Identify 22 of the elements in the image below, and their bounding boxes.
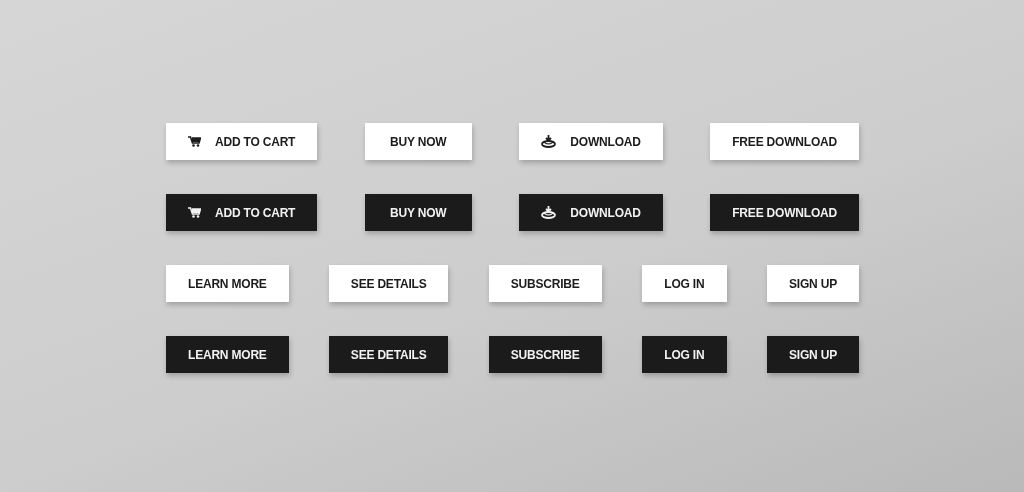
action-button[interactable]: BUY NOW bbox=[364, 123, 472, 160]
action-button[interactable]: ADD TO CART bbox=[166, 123, 318, 160]
action-button[interactable]: BUY NOW bbox=[364, 194, 472, 231]
action-button[interactable]: SUBSCRIBE bbox=[488, 265, 602, 302]
action-button[interactable]: SIGN UP bbox=[767, 336, 859, 373]
action-button[interactable]: SUBSCRIBE bbox=[488, 336, 602, 373]
action-button[interactable]: SEE DETAILS bbox=[328, 265, 449, 302]
action-button[interactable]: LOG IN bbox=[641, 336, 727, 373]
action-button[interactable]: LOG IN bbox=[641, 265, 727, 302]
download-icon bbox=[541, 135, 557, 148]
action-button[interactable]: LEARN MORE bbox=[166, 265, 289, 302]
action-button[interactable]: SIGN UP bbox=[767, 265, 859, 302]
action-button[interactable]: DOWNLOAD bbox=[519, 123, 663, 160]
action-button[interactable]: DOWNLOAD bbox=[519, 194, 663, 231]
action-button[interactable]: ADD TO CART bbox=[166, 194, 318, 231]
action-button[interactable]: SEE DETAILS bbox=[328, 336, 449, 373]
action-button[interactable]: FREE DOWNLOAD bbox=[710, 194, 859, 231]
cart-icon bbox=[188, 207, 201, 218]
action-button[interactable]: LEARN MORE bbox=[166, 336, 289, 373]
action-button[interactable]: FREE DOWNLOAD bbox=[710, 123, 859, 160]
download-icon bbox=[541, 206, 557, 219]
cart-icon bbox=[188, 136, 201, 147]
